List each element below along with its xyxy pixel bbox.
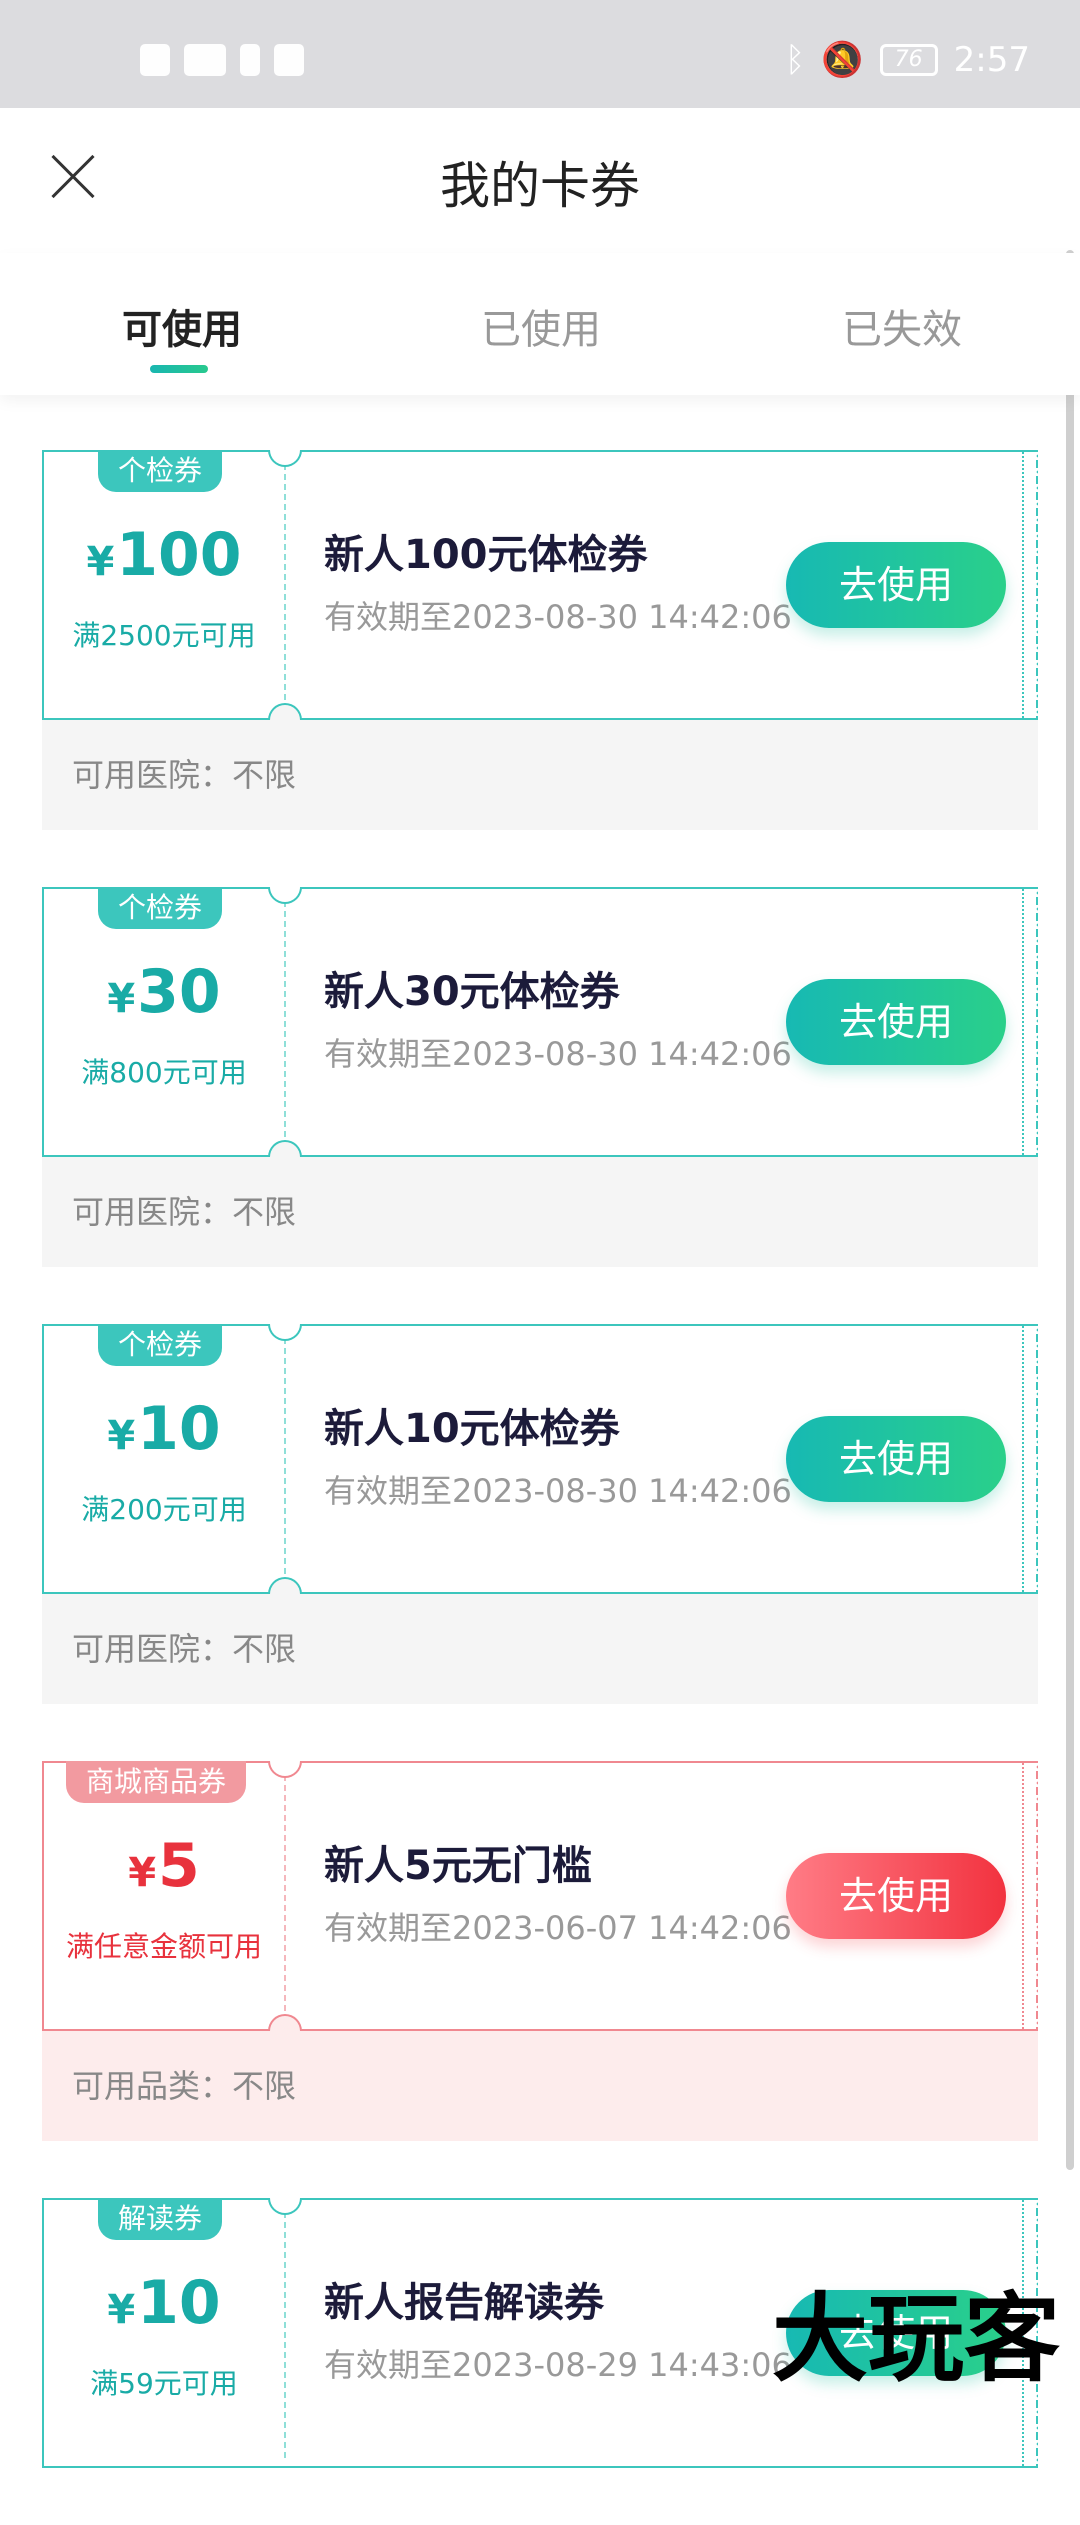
- currency-symbol: ¥: [128, 1850, 156, 1896]
- tab-bar: 可使用 已使用 已失效: [0, 253, 1080, 395]
- use-coupon-button[interactable]: 去使用: [786, 1853, 1006, 1939]
- ticket-notch: [268, 2198, 302, 2215]
- coupon-scope: 可用医院：不限: [42, 720, 1038, 830]
- battery-icon: 76: [880, 44, 938, 76]
- use-coupon-button[interactable]: 去使用: [786, 1416, 1006, 1502]
- coupon-validity: 有效期至2023-08-30 14:42:06: [324, 1466, 792, 1512]
- ticket-divider: [284, 1775, 286, 2021]
- scrollbar[interactable]: [1066, 250, 1074, 2170]
- ticket-notch: [268, 1761, 302, 1778]
- ticket-divider: [284, 2212, 286, 2458]
- coupon-price: ¥5: [44, 1831, 284, 1901]
- ticket-divider: [284, 1338, 286, 1584]
- coupon-list: 个检券 ¥100 满2500元可用 新人100元体检券 有效期至2023-08-…: [42, 450, 1038, 2525]
- use-coupon-button[interactable]: 去使用: [786, 542, 1006, 628]
- coupon-scope: 可用品类：不限: [42, 2031, 1038, 2141]
- watermark-logo: 大玩客: [772, 2261, 1060, 2400]
- mail-icon: [274, 44, 304, 76]
- coupon-condition: 满2500元可用: [44, 614, 284, 654]
- currency-symbol: ¥: [86, 539, 114, 585]
- coupon-condition: 满200元可用: [44, 1488, 284, 1528]
- coupon-scope: 可用医院：不限: [42, 1157, 1038, 1267]
- ticket-notch: [268, 1324, 302, 1341]
- ticket-notch: [268, 2014, 302, 2031]
- coupon-tag: 商城商品券: [66, 1761, 246, 1803]
- coupon-ticket: 个检券 ¥10 满200元可用 新人10元体检券 有效期至2023-08-30 …: [42, 1324, 1038, 1594]
- coupon-tag: 个检券: [98, 887, 222, 929]
- notification-icons: [140, 44, 304, 76]
- ticket-notch: [268, 887, 302, 904]
- coupon-ticket: 个检券 ¥30 满800元可用 新人30元体检券 有效期至2023-08-30 …: [42, 887, 1038, 1157]
- page-title: 我的卡券: [0, 146, 1080, 218]
- bluetooth-icon: ᛒ: [785, 40, 805, 80]
- coupon-validity: 有效期至2023-08-30 14:42:06: [324, 1029, 792, 1075]
- wifi-icon: [184, 44, 226, 76]
- battery-alert-icon: [240, 44, 260, 76]
- currency-symbol: ¥: [107, 2287, 135, 2333]
- coupon-amount: 10: [137, 2268, 221, 2338]
- tab-available[interactable]: 可使用: [122, 297, 242, 355]
- coupon-tag: 个检券: [98, 450, 222, 492]
- coupon-scope: 可用医院：不限: [42, 1594, 1038, 1704]
- coupon-card: 商城商品券 ¥5 满任意金额可用 新人5元无门槛 有效期至2023-06-07 …: [42, 1761, 1038, 2141]
- coupon-amount: 30: [137, 957, 221, 1027]
- currency-symbol: ¥: [107, 1413, 135, 1459]
- ticket-notch: [268, 1577, 302, 1594]
- coupon-ticket: 个检券 ¥100 满2500元可用 新人100元体检券 有效期至2023-08-…: [42, 450, 1038, 720]
- header: 我的卡券: [0, 108, 1080, 253]
- coupon-name: 新人100元体检券: [324, 522, 648, 580]
- coupon-amount: 5: [158, 1831, 200, 1901]
- ticket-notch: [268, 1140, 302, 1157]
- coupon-tag: 解读券: [98, 2198, 222, 2240]
- status-right: ᛒ 🔕 76 2:57: [785, 40, 1030, 80]
- ticket-divider: [284, 901, 286, 1147]
- ticket-edge: [1022, 452, 1038, 718]
- currency-symbol: ¥: [107, 976, 135, 1022]
- alert-icon: [140, 44, 170, 76]
- tab-used[interactable]: 已使用: [481, 297, 601, 355]
- coupon-condition: 满59元可用: [44, 2362, 284, 2402]
- coupon-price: ¥30: [44, 957, 284, 1027]
- coupon-validity: 有效期至2023-08-29 14:43:06: [324, 2340, 792, 2386]
- coupon-condition: 满800元可用: [44, 1051, 284, 1091]
- ticket-edge: [1022, 1326, 1038, 1592]
- ticket-notch: [268, 450, 302, 467]
- coupon-card: 个检券 ¥100 满2500元可用 新人100元体检券 有效期至2023-08-…: [42, 450, 1038, 830]
- coupon-ticket: 商城商品券 ¥5 满任意金额可用 新人5元无门槛 有效期至2023-06-07 …: [42, 1761, 1038, 2031]
- coupon-amount: 100: [116, 520, 241, 590]
- coupon-name: 新人10元体检券: [324, 1396, 620, 1454]
- ticket-edge: [1022, 1763, 1038, 2029]
- coupon-tag: 个检券: [98, 1324, 222, 1366]
- clock: 2:57: [954, 40, 1030, 80]
- status-bar: ᛒ 🔕 76 2:57: [0, 0, 1080, 108]
- coupon-name: 新人报告解读券: [324, 2270, 604, 2328]
- ticket-notch: [268, 703, 302, 720]
- use-coupon-button[interactable]: 去使用: [786, 979, 1006, 1065]
- coupon-amount: 10: [137, 1394, 221, 1464]
- coupon-validity: 有效期至2023-08-30 14:42:06: [324, 592, 792, 638]
- coupon-name: 新人30元体检券: [324, 959, 620, 1017]
- coupon-condition: 满任意金额可用: [44, 1925, 284, 1965]
- ticket-edge: [1022, 889, 1038, 1155]
- tab-expired[interactable]: 已失效: [842, 297, 962, 355]
- coupon-price: ¥10: [44, 1394, 284, 1464]
- mute-icon: 🔕: [821, 40, 863, 80]
- coupon-price: ¥10: [44, 2268, 284, 2338]
- ticket-divider: [284, 464, 286, 710]
- tab-indicator: [150, 365, 208, 373]
- coupon-validity: 有效期至2023-06-07 14:42:06: [324, 1903, 792, 1949]
- coupon-price: ¥100: [44, 520, 284, 590]
- coupon-card: 个检券 ¥30 满800元可用 新人30元体检券 有效期至2023-08-30 …: [42, 887, 1038, 1267]
- coupon-name: 新人5元无门槛: [324, 1833, 592, 1891]
- coupon-card: 个检券 ¥10 满200元可用 新人10元体检券 有效期至2023-08-30 …: [42, 1324, 1038, 1704]
